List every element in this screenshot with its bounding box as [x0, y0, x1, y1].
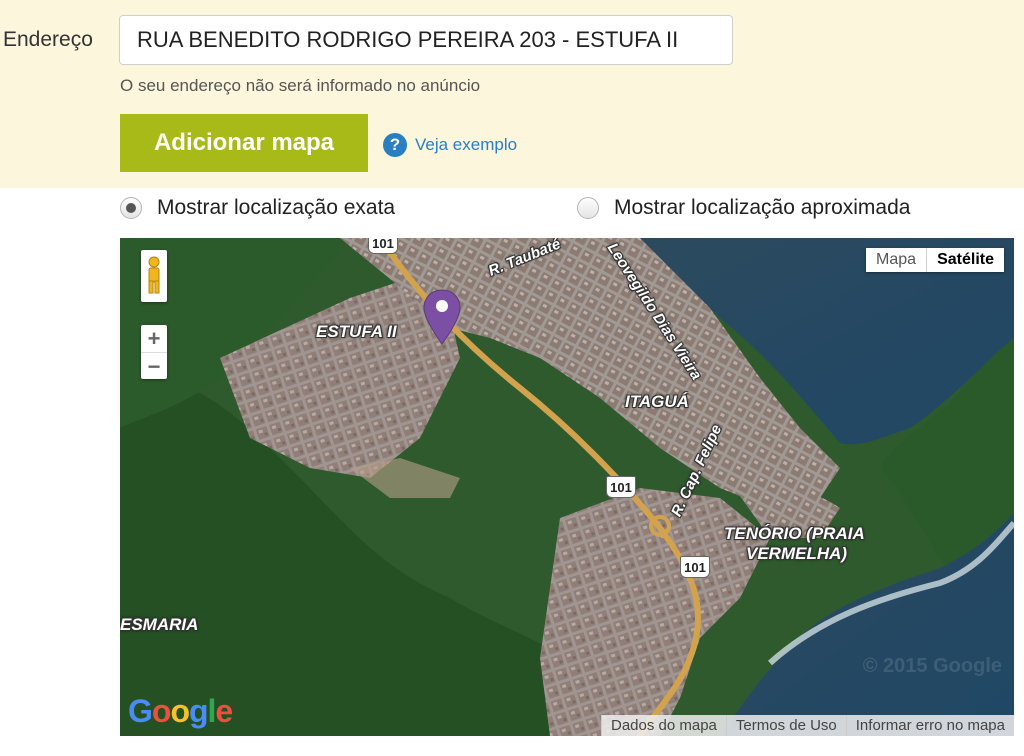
radio-approx-label: Mostrar localização aproximada [614, 196, 911, 219]
radio-approx-location[interactable]: Mostrar localização aproximada [577, 196, 910, 220]
location-pin-icon[interactable] [422, 288, 462, 348]
road-shield: 101 [368, 238, 398, 254]
radio-button-unselected[interactable] [577, 197, 599, 219]
radio-dot [126, 203, 136, 213]
address-label: Endereço [3, 28, 93, 51]
address-hint: O seu endereço não será informado no anú… [120, 76, 481, 95]
pegman-icon[interactable] [141, 250, 167, 302]
map-label-itagua: ITAGUÁ [625, 392, 689, 411]
help-icon: ? [383, 133, 407, 157]
zoom-out-button[interactable]: − [141, 353, 167, 380]
add-map-button[interactable]: Adicionar mapa [120, 114, 368, 172]
map-footer: Dados do mapa Termos de Uso Informar err… [600, 715, 1014, 736]
map-label-esmaria: ESMARIA [120, 615, 199, 634]
see-example-label: Veja exemplo [415, 135, 518, 154]
map-type-satelite-button[interactable]: Satélite [926, 248, 1004, 272]
map-view[interactable]: ESTUFA II ITAGUÁ TENÓRIO (PRAIA VERMELHA… [120, 238, 1014, 736]
address-panel: Endereço O seu endereço não será informa… [0, 0, 1024, 188]
terms-of-use-link[interactable]: Termos de Uso [725, 715, 846, 736]
report-map-error-link[interactable]: Informar erro no mapa [845, 715, 1014, 736]
map-type-control: Mapa Satélite [866, 248, 1004, 272]
map-label-tenorio-1: TENÓRIO (PRAIA [724, 524, 865, 543]
radio-button-selected[interactable] [120, 197, 142, 219]
map-type-mapa-button[interactable]: Mapa [866, 248, 927, 272]
zoom-control: + − [141, 325, 167, 379]
address-input[interactable] [119, 15, 733, 65]
zoom-in-button[interactable]: + [141, 325, 167, 353]
road-shield: 101 [606, 476, 636, 498]
map-data-link[interactable]: Dados do mapa [600, 715, 726, 736]
street-view-figure-icon [148, 256, 160, 294]
map-label-tenorio-2: VERMELHA) [746, 544, 848, 563]
radio-exact-location[interactable]: Mostrar localização exata [120, 196, 395, 220]
radio-exact-label: Mostrar localização exata [157, 196, 396, 219]
map-label-estufa: ESTUFA II [316, 322, 397, 341]
google-logo: Google [128, 693, 233, 729]
road-shield: 101 [680, 556, 710, 578]
see-example-link[interactable]: ? Veja exemplo [383, 133, 517, 157]
map-watermark: © 2015 Google [862, 655, 1002, 677]
